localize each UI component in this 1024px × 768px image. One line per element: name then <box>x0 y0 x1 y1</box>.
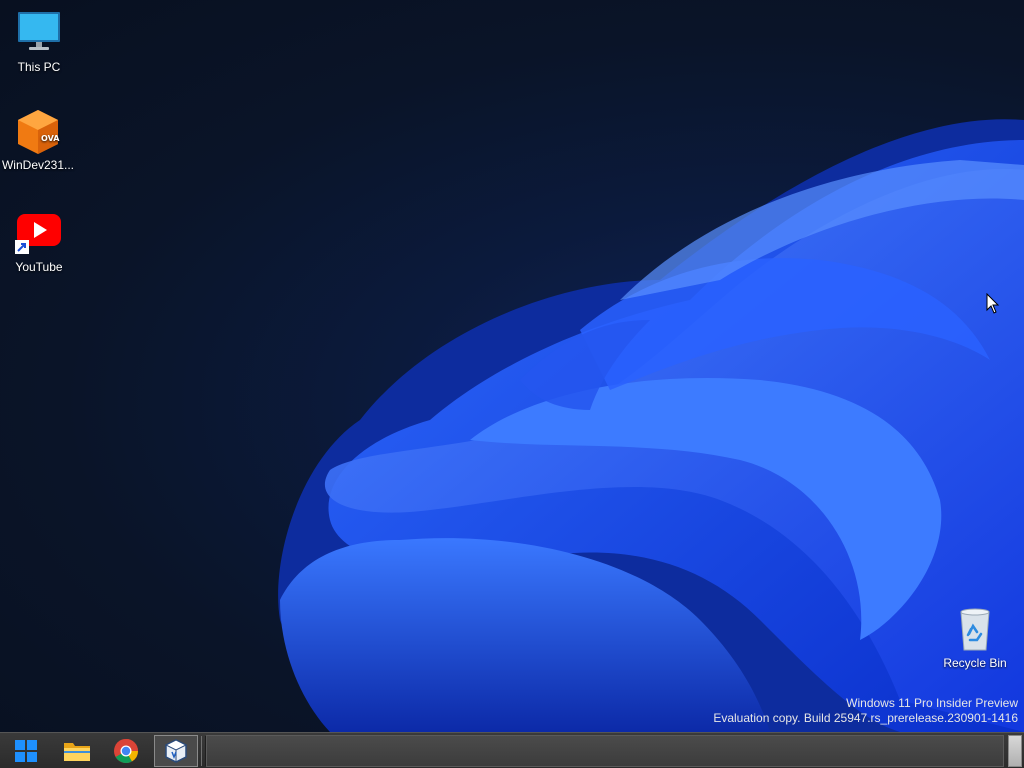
show-desktop-button[interactable] <box>1008 735 1022 767</box>
desktop-icon-windev-ova[interactable]: OVA WinDev231... <box>0 108 76 172</box>
desktop: This PC OVA WinDev231... YouTube Recycle… <box>0 0 1024 732</box>
windows-logo-icon <box>15 740 37 762</box>
evaluation-watermark: Windows 11 Pro Insider Preview Evaluatio… <box>713 696 1018 726</box>
desktop-icon-label: This PC <box>17 60 61 74</box>
youtube-icon <box>15 210 63 258</box>
watermark-build: Evaluation copy. Build 25947.rs_prerelea… <box>713 711 1018 725</box>
taskbar-task-area[interactable] <box>206 735 1004 767</box>
desktop-icon-youtube[interactable]: YouTube <box>1 210 77 274</box>
wallpaper-bloom <box>278 119 1024 732</box>
ova-badge-text: OVA <box>41 134 60 143</box>
desktop-icon-recycle-bin[interactable]: Recycle Bin <box>937 606 1013 670</box>
desktop-icon-label: YouTube <box>15 260 63 274</box>
watermark-edition: Windows 11 Pro Insider Preview <box>846 696 1018 710</box>
file-explorer-button[interactable] <box>55 735 99 767</box>
recycle-bin-icon <box>951 606 999 654</box>
virtualbox-button[interactable] <box>154 735 198 767</box>
monitor-icon <box>15 10 63 58</box>
desktop-icon-label: WinDev231... <box>1 158 75 172</box>
mouse-cursor-icon <box>986 293 1000 314</box>
taskbar <box>0 732 1024 768</box>
ova-package-icon: OVA <box>14 108 62 156</box>
start-button[interactable] <box>4 735 48 767</box>
folder-icon <box>64 743 90 761</box>
chrome-icon <box>114 739 138 764</box>
desktop-icon-this-pc[interactable]: This PC <box>1 10 77 74</box>
chrome-button[interactable] <box>104 735 148 767</box>
virtualbox-icon <box>164 739 188 763</box>
desktop-icon-label: Recycle Bin <box>943 656 1007 670</box>
